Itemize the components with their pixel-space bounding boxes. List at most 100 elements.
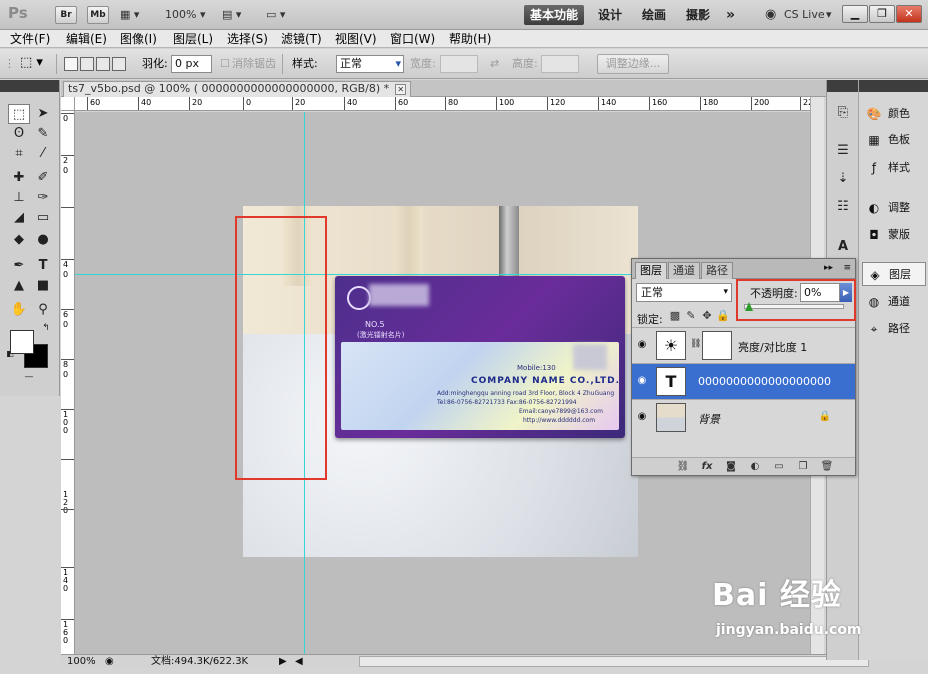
status-info-icon[interactable]: ◉ (105, 655, 114, 668)
visibility-eye-icon[interactable]: ◉ (635, 374, 649, 388)
subtract-from-selection-icon[interactable] (96, 57, 110, 71)
lasso-tool-icon[interactable]: ʘ (8, 124, 30, 144)
rectangular-marquee-tool-icon[interactable]: ⬚ (8, 104, 30, 124)
swap-colors-icon[interactable]: ↰ (40, 322, 52, 334)
close-document-icon[interactable]: ✕ (395, 84, 407, 95)
swap-dimensions-icon[interactable]: ⇄ (490, 56, 499, 72)
hand-tool-icon[interactable]: ✋ (8, 300, 30, 320)
antialias-checkbox[interactable]: ☐ (220, 56, 230, 72)
panel-paths[interactable]: ⌖ 路径 (862, 317, 926, 341)
history-panel-icon[interactable]: ⎘ (834, 104, 852, 122)
dodge-tool-icon[interactable]: ● (32, 230, 54, 250)
menu-window[interactable]: 窗口(W) (390, 31, 435, 47)
move-tool-icon[interactable]: ➤ (32, 104, 54, 124)
panel-masks[interactable]: ◘ 蒙版 (862, 223, 926, 247)
dock-header[interactable] (827, 80, 858, 92)
panel-styles[interactable]: ƒ 样式 (862, 156, 926, 180)
workspace-essentials[interactable]: 基本功能 (524, 5, 584, 25)
scroll-left-icon[interactable]: ◀ (295, 655, 303, 668)
workspace-more-icon[interactable]: » (726, 5, 735, 25)
delete-layer-icon[interactable]: 🗑 (820, 460, 834, 474)
vertical-ruler[interactable]: 0 2 0 4 0 6 0 8 0 100 120 140 160 (61, 111, 75, 654)
horizontal-ruler[interactable]: 60 40 20 0 20 40 60 80 100 120 140 160 1… (75, 97, 810, 111)
history-brush-tool-icon[interactable]: ✑ (32, 188, 54, 208)
quick-selection-tool-icon[interactable]: ✎ (32, 124, 54, 144)
close-button[interactable]: ✕ (896, 5, 922, 23)
tools-panel-header[interactable] (0, 80, 59, 92)
document-tab[interactable]: ts7_v5bo.psd @ 100% ( 000000000000000000… (63, 81, 412, 97)
new-selection-icon[interactable] (64, 57, 78, 71)
link-layers-icon[interactable]: ⛓ (676, 460, 690, 474)
path-selection-tool-icon[interactable]: ▲ (8, 276, 30, 296)
minibridge-button[interactable]: Mb (87, 6, 109, 24)
eraser-tool-icon[interactable]: ◢ (8, 208, 30, 228)
zoom-tool-icon[interactable]: ⚲ (32, 300, 54, 320)
dock-header[interactable] (859, 80, 928, 92)
cs-live-dropdown-icon[interactable]: ▾ (826, 6, 832, 24)
screen-mode-icon[interactable]: ▭ ▾ (266, 6, 285, 24)
restore-button[interactable]: ❐ (869, 5, 895, 23)
feather-input[interactable]: 0 px (171, 55, 212, 73)
menu-filter[interactable]: 滤镜(T) (281, 31, 322, 47)
lock-all-icon[interactable]: 🔒 (716, 309, 730, 323)
panel-channels[interactable]: ◍ 通道 (862, 290, 926, 314)
add-mask-icon[interactable]: ◙ (724, 460, 738, 474)
eyedropper-tool-icon[interactable]: ⁄ (32, 144, 54, 164)
style-select[interactable]: 正常 ▾ (336, 55, 404, 73)
new-layer-icon[interactable]: ❐ (796, 460, 810, 474)
panel-swatches[interactable]: ▦ 色板 (862, 128, 926, 152)
healing-brush-tool-icon[interactable]: ✚ (8, 168, 30, 188)
panel-menu-icon[interactable]: ≡ (843, 263, 851, 273)
panel-color[interactable]: 🎨 颜色 (862, 102, 926, 126)
mask-thumbnail[interactable] (702, 331, 732, 360)
workspace-painting[interactable]: 绘画 (642, 5, 666, 25)
foreground-color-swatch[interactable] (10, 330, 34, 354)
clone-source-icon[interactable]: ⇣ (834, 170, 852, 188)
layer-style-icon[interactable]: fx (700, 460, 714, 474)
marquee-preset-icon[interactable]: ⬚ ▾ (20, 55, 43, 71)
ruler-origin[interactable] (61, 97, 75, 111)
arrange-documents-icon[interactable]: ▤ ▾ (222, 6, 241, 24)
quick-mask-icon[interactable]: — (17, 372, 41, 382)
width-input[interactable] (440, 55, 478, 73)
visibility-eye-icon[interactable]: ◉ (635, 410, 649, 424)
tab-layers[interactable]: 图层 (635, 262, 667, 279)
type-tool-icon[interactable]: T (32, 256, 54, 276)
workspace-design[interactable]: 设计 (598, 5, 622, 25)
zoom-level[interactable]: 100% (165, 6, 196, 24)
lock-transparent-icon[interactable]: ▩ (668, 309, 682, 323)
clone-stamp-tool-icon[interactable]: ⊥ (8, 188, 30, 208)
gradient-tool-icon[interactable]: ▭ (32, 208, 54, 228)
layer-row[interactable]: ◉ ☀ ⛓ 亮度/对比度 1 (632, 327, 855, 363)
lock-image-icon[interactable]: ✎ (684, 309, 698, 323)
workspace-photography[interactable]: 摄影 (686, 5, 710, 25)
minimize-button[interactable]: ▁ (842, 5, 868, 23)
blur-tool-icon[interactable]: ◆ (8, 230, 30, 250)
crop-tool-icon[interactable]: ⌗ (8, 144, 30, 164)
layer-row[interactable]: ◉ T 0000000000000000000 (632, 363, 855, 399)
brush-tool-icon[interactable]: ✐ (32, 168, 54, 188)
lock-position-icon[interactable]: ✥ (700, 309, 714, 323)
shape-tool-icon[interactable]: ■ (32, 276, 54, 296)
menu-select[interactable]: 选择(S) (227, 31, 268, 47)
tab-paths[interactable]: 路径 (701, 262, 733, 279)
status-menu-icon[interactable]: ▶ (279, 655, 287, 668)
status-zoom[interactable]: 100% (67, 655, 96, 668)
zoom-dropdown-icon[interactable]: ▾ (200, 6, 206, 24)
tool-presets-icon[interactable]: ☷ (834, 198, 852, 216)
menu-view[interactable]: 视图(V) (335, 31, 377, 47)
menu-layer[interactable]: 图层(L) (173, 31, 213, 47)
tab-channels[interactable]: 通道 (668, 262, 700, 279)
pen-tool-icon[interactable]: ✒ (8, 256, 30, 276)
cs-live-button[interactable]: CS Live (784, 6, 825, 24)
menu-help[interactable]: 帮助(H) (449, 31, 491, 47)
blend-mode-select[interactable]: 正常 ▾ (636, 283, 732, 302)
cs-live-icon[interactable]: ◉ (765, 6, 776, 24)
character-panel-icon[interactable]: A (834, 238, 852, 256)
new-adjustment-icon[interactable]: ◐ (748, 460, 762, 474)
menu-file[interactable]: 文件(F) (10, 31, 50, 47)
layer-row[interactable]: ◉ 背景 🔒 (632, 399, 855, 435)
collapse-panel-icon[interactable]: ▸▸ (824, 263, 833, 273)
panel-adjustments[interactable]: ◐ 调整 (862, 196, 926, 220)
panel-layers[interactable]: ◈ 图层 (862, 262, 926, 286)
